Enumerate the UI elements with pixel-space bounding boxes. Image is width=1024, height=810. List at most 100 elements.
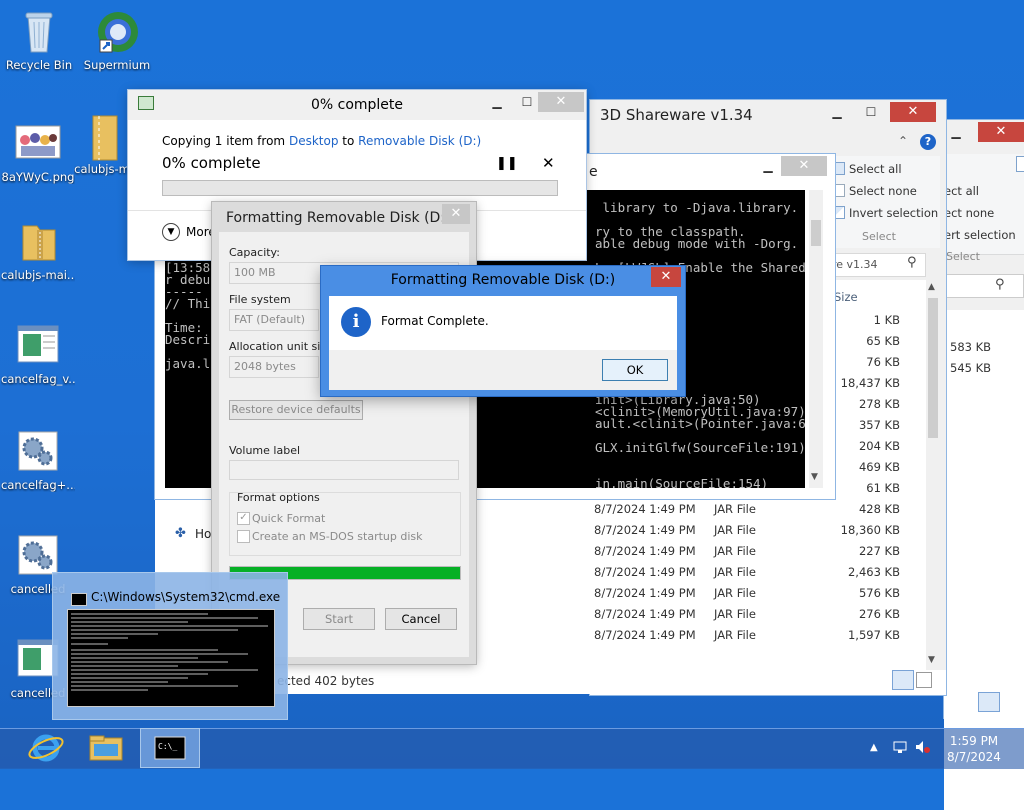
- scrollbar-thumb[interactable]: [811, 220, 821, 246]
- restore-defaults-button[interactable]: Restore device defaults: [229, 400, 363, 420]
- select-none-button[interactable]: Select none: [832, 184, 917, 198]
- copying-prefix: Copying 1 item from: [162, 134, 286, 148]
- ok-button[interactable]: OK: [602, 359, 668, 381]
- cmd-taskbar-preview[interactable]: C:\Windows\System32\cmd.exe: [52, 572, 288, 720]
- select-all-button[interactable]: ect all: [944, 184, 979, 198]
- destination-link[interactable]: Removable Disk (D:): [358, 134, 481, 148]
- preview-text-lines: [71, 613, 268, 691]
- minimize-button[interactable]: ▁: [820, 102, 854, 122]
- speaker-muted-icon[interactable]: [915, 740, 931, 754]
- quick-format-checkbox[interactable]: ✓: [237, 512, 250, 525]
- invert-selection-button[interactable]: ert selection: [944, 228, 1016, 242]
- recycle-bin-icon: [16, 8, 62, 54]
- message-box-title: Formatting Removable Disk (D:): [390, 272, 616, 288]
- file-date: 8/7/2024 1:49 PM: [594, 544, 696, 558]
- select-all-button[interactable]: Select all: [832, 162, 902, 176]
- desktop-icon-png[interactable]: 8aYWyC.png: [1, 120, 75, 184]
- homegroup-icon: ✤: [175, 526, 186, 541]
- search-box[interactable]: re v1.34 ⚲: [828, 253, 926, 277]
- ribbon-collapse-icon[interactable]: ⌃: [898, 134, 908, 148]
- desktop-icon-label: cancelfag+...: [1, 478, 75, 492]
- file-date: 8/7/2024 1:49 PM: [594, 502, 696, 516]
- window-title: 3D Shareware v1.34: [600, 106, 753, 124]
- close-button[interactable]: ✕: [890, 102, 936, 122]
- scroll-up-icon[interactable]: ▲: [928, 282, 935, 292]
- network-icon[interactable]: [892, 740, 908, 754]
- more-details-chevron-icon[interactable]: ▼: [162, 223, 180, 241]
- image-thumbnail-icon: [15, 120, 61, 166]
- file-date: 8/7/2024 1:49 PM: [594, 565, 696, 579]
- capacity-label: Capacity:: [229, 246, 280, 259]
- minimize-button[interactable]: ▁: [751, 156, 785, 176]
- nav-item-homegroup[interactable]: Ho: [195, 527, 211, 541]
- details-view-icon[interactable]: [978, 692, 1000, 712]
- table-row[interactable]: r8/7/2024 1:49 PMJAR File428 KB: [470, 499, 926, 520]
- close-button[interactable]: ✕: [781, 156, 827, 176]
- to-word: to: [342, 134, 355, 148]
- desktop-icon-zip-folder[interactable]: calubjs-m: [74, 112, 130, 176]
- desktop-icon-recycle-bin[interactable]: Recycle Bin: [2, 8, 76, 72]
- filesystem-select[interactable]: FAT (Default): [229, 309, 319, 331]
- source-link[interactable]: Desktop: [289, 134, 339, 148]
- close-button[interactable]: ✕: [538, 92, 584, 112]
- svg-text:C:\_: C:\_: [158, 742, 177, 751]
- file-date: 8/7/2024 1:49 PM: [594, 523, 696, 537]
- desktop-icon-zip-folder-2[interactable]: calubjs-mai...: [1, 218, 75, 282]
- taskbar-file-explorer[interactable]: [80, 728, 136, 768]
- table-row[interactable]: 8/7/2024 1:49 PM JAR File 576 KB: [590, 583, 926, 604]
- search-icon: ⚲: [995, 277, 1005, 292]
- console-time-line: [13:58: [165, 260, 211, 275]
- invert-selection-button[interactable]: Invert selection: [832, 206, 938, 220]
- explorer-window-back[interactable]: ▁ ✕ ect all ect none ert selection Selec…: [944, 120, 1024, 810]
- ribbon-select-group: Select all Select none Invert selection …: [828, 156, 940, 248]
- table-row[interactable]: 8/7/2024 1:49 PM JAR File 276 KB: [590, 604, 926, 625]
- close-button[interactable]: ✕: [978, 122, 1024, 142]
- cancel-button[interactable]: Cancel: [385, 608, 457, 630]
- scrollbar-thumb[interactable]: [928, 298, 938, 438]
- table-row[interactable]: 8/7/2024 1:49 PM JAR File 227 KB: [590, 541, 926, 562]
- table-row[interactable]: 8/7/2024 1:49 PM JAR File 2,463 KB: [590, 562, 926, 583]
- desktop-icon-label: Recycle Bin: [5, 58, 73, 72]
- close-button[interactable]: ✕: [442, 204, 470, 224]
- message-box[interactable]: Formatting Removable Disk (D:) ✕ i Forma…: [321, 266, 685, 396]
- console-title: e: [589, 164, 598, 180]
- table-row[interactable]: .jar8/7/2024 1:49 PMJAR File1,597 KB: [470, 625, 926, 646]
- desktop-icon-cancelfag-plus[interactable]: cancelfag+...: [1, 428, 75, 492]
- clock[interactable]: 1:59 PM 8/7/2024: [940, 733, 1008, 765]
- help-icon[interactable]: ?: [920, 134, 936, 150]
- file-type: JAR File: [714, 544, 756, 558]
- start-button[interactable]: Start: [303, 608, 375, 630]
- search-box[interactable]: ⚲: [944, 274, 1024, 298]
- details-view-icon[interactable]: [892, 670, 914, 690]
- application-window-icon: [15, 322, 61, 368]
- taskbar-cmd[interactable]: C:\_: [140, 728, 200, 768]
- cancel-icon[interactable]: ✕: [542, 154, 555, 172]
- msdos-checkbox[interactable]: [237, 530, 250, 543]
- file-size: 583 KB: [950, 340, 992, 354]
- format-dialog-title: Formatting Removable Disk (D:): [226, 210, 451, 226]
- file-type: JAR File: [714, 523, 756, 537]
- file-size: 276 KB: [858, 607, 900, 621]
- internet-explorer-icon: [28, 734, 64, 762]
- desktop-icon-cancelfag-v[interactable]: cancelfag_v...: [1, 322, 75, 386]
- file-date: 8/7/2024 1:49 PM: [594, 607, 696, 621]
- minimize-button[interactable]: ▁: [480, 92, 514, 112]
- show-hidden-icons-icon[interactable]: ▲: [870, 742, 878, 753]
- scroll-down-icon[interactable]: ▼: [811, 472, 818, 482]
- volume-label-input[interactable]: [229, 460, 459, 480]
- dialog-titlebar: 0% complete ▁ ☐ ✕: [128, 90, 586, 120]
- close-button[interactable]: ✕: [651, 267, 681, 287]
- minimize-button[interactable]: ▁: [944, 122, 968, 142]
- scroll-down-icon[interactable]: ▼: [928, 655, 935, 665]
- taskbar-internet-explorer[interactable]: [20, 728, 76, 768]
- vertical-scrollbar[interactable]: ▲ ▼: [926, 280, 940, 670]
- table-row[interactable]: 8/7/2024 1:49 PM JAR File 18,360 KB: [590, 520, 926, 541]
- console-scrollbar[interactable]: ▼: [809, 190, 823, 488]
- column-header-size[interactable]: Size: [834, 290, 858, 304]
- desktop-icon-supermium[interactable]: Supermium: [80, 8, 154, 72]
- select-none-button[interactable]: ect none: [944, 206, 994, 220]
- large-icons-view-icon[interactable]: [916, 672, 932, 688]
- maximize-button[interactable]: ☐: [854, 102, 888, 122]
- pause-icon[interactable]: ❚❚: [496, 156, 518, 171]
- allocation-select[interactable]: 2048 bytes: [229, 356, 319, 378]
